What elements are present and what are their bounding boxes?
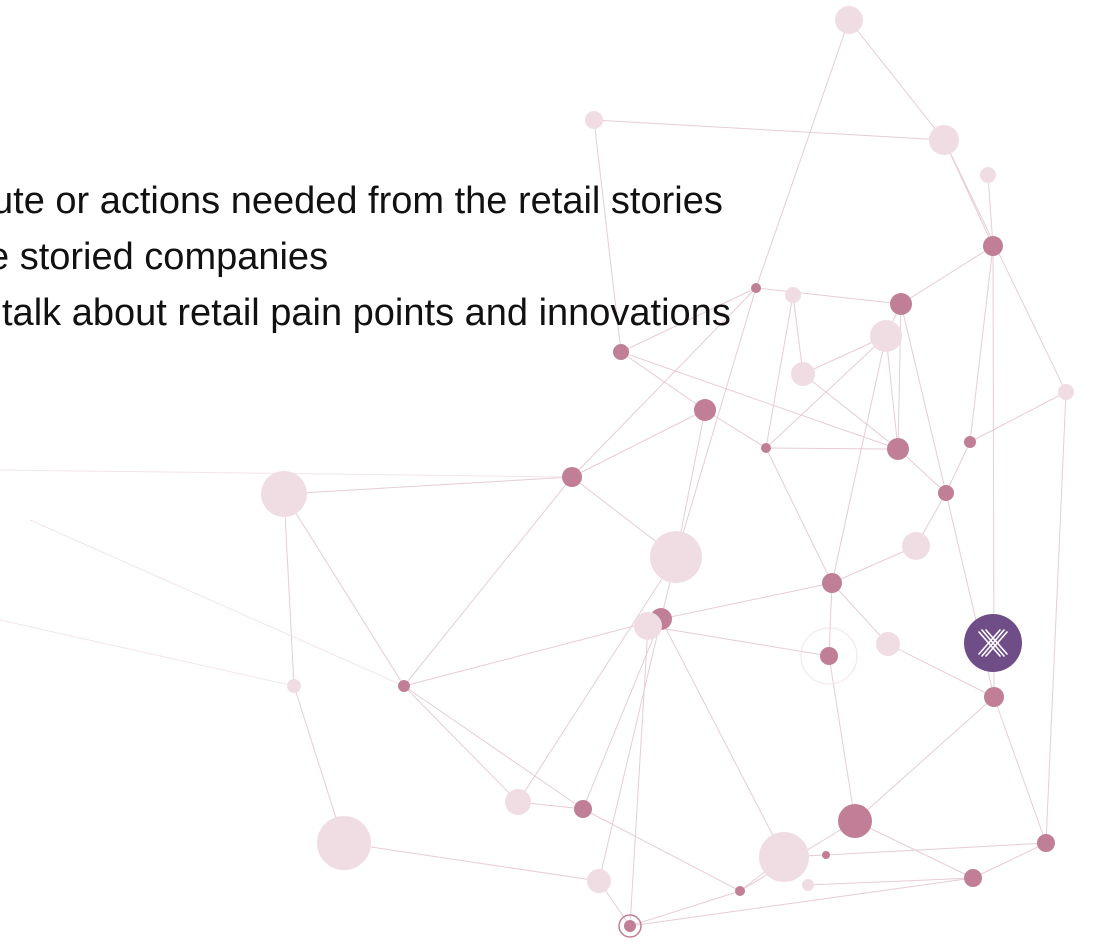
network-node bbox=[287, 679, 301, 693]
network-node bbox=[802, 879, 814, 891]
network-link bbox=[598, 618, 662, 882]
network-background bbox=[0, 6, 1074, 938]
network-node bbox=[791, 362, 815, 386]
network-link bbox=[765, 447, 833, 584]
network-link bbox=[854, 696, 995, 822]
network-node bbox=[835, 6, 863, 34]
network-node bbox=[650, 531, 702, 583]
network-node bbox=[624, 920, 636, 932]
network-node bbox=[587, 869, 611, 893]
network-lines bbox=[0, 19, 1067, 927]
network-link bbox=[765, 294, 794, 449]
network-link bbox=[831, 582, 889, 645]
network-node bbox=[964, 436, 976, 448]
network-link bbox=[629, 877, 974, 927]
network-link bbox=[755, 19, 850, 289]
bullet-item: talk about retail pain points and innova… bbox=[2, 292, 731, 334]
network-node bbox=[984, 687, 1004, 707]
network-node bbox=[980, 167, 996, 183]
network-link bbox=[900, 303, 947, 494]
network-link bbox=[765, 447, 899, 450]
network-link bbox=[945, 441, 971, 494]
network-link bbox=[629, 625, 649, 927]
network-link bbox=[283, 493, 295, 687]
network-link bbox=[969, 391, 1067, 443]
network-node bbox=[785, 287, 801, 303]
network-link bbox=[517, 556, 677, 803]
bullet-item: e storied companies bbox=[0, 236, 329, 278]
network-link bbox=[620, 351, 899, 450]
network-node bbox=[902, 532, 930, 560]
network-node bbox=[964, 869, 982, 887]
network-node bbox=[838, 804, 872, 838]
network-nodes bbox=[261, 6, 1074, 932]
network-link bbox=[403, 685, 519, 803]
network-node bbox=[822, 573, 842, 593]
network-link bbox=[29, 519, 405, 687]
network-link bbox=[403, 618, 662, 687]
network-link bbox=[828, 582, 833, 657]
network-node bbox=[735, 886, 745, 896]
network-node bbox=[887, 438, 909, 460]
network-link bbox=[854, 820, 974, 879]
network-node bbox=[317, 816, 371, 870]
network-link bbox=[885, 335, 899, 450]
network-link bbox=[660, 618, 785, 858]
network-link bbox=[848, 19, 945, 141]
network-node bbox=[1058, 384, 1074, 400]
network-link bbox=[620, 351, 706, 411]
network-node bbox=[983, 236, 1003, 256]
bullet-item: ute or actions needed from the retail st… bbox=[0, 180, 723, 222]
network-node bbox=[870, 320, 902, 352]
network-link bbox=[593, 119, 945, 141]
network-link bbox=[831, 335, 887, 584]
network-link bbox=[993, 696, 1047, 844]
network-node bbox=[876, 632, 900, 656]
network-link bbox=[571, 409, 706, 478]
network-node bbox=[562, 467, 582, 487]
network-node bbox=[820, 647, 838, 665]
x-logo-icon bbox=[964, 614, 1022, 672]
network-node bbox=[694, 399, 716, 421]
network-node bbox=[398, 680, 410, 692]
network-link bbox=[943, 139, 1067, 393]
network-node bbox=[261, 471, 307, 517]
network-node bbox=[574, 800, 592, 818]
network-node bbox=[634, 612, 662, 640]
network-link bbox=[969, 245, 994, 443]
network-node bbox=[890, 293, 912, 315]
network-link bbox=[582, 618, 662, 810]
network-link bbox=[1045, 391, 1067, 844]
network-link bbox=[660, 582, 833, 620]
network-link bbox=[629, 890, 741, 927]
network-link bbox=[403, 476, 573, 687]
network-link bbox=[897, 303, 902, 450]
network-node bbox=[929, 125, 959, 155]
network-link bbox=[403, 685, 584, 810]
network-link bbox=[755, 287, 902, 305]
network-node bbox=[613, 344, 629, 360]
network-node bbox=[505, 789, 531, 815]
network-link bbox=[283, 476, 573, 495]
network-link bbox=[343, 842, 600, 882]
network-node bbox=[938, 485, 954, 501]
network-link bbox=[283, 493, 405, 687]
network-link bbox=[900, 245, 994, 305]
network-link bbox=[825, 842, 1047, 856]
network-node bbox=[822, 851, 830, 859]
network-node bbox=[759, 832, 809, 882]
network-node bbox=[751, 283, 761, 293]
network-node bbox=[761, 443, 771, 453]
network-link bbox=[802, 373, 899, 450]
network-link bbox=[972, 842, 1047, 879]
network-node bbox=[1037, 834, 1055, 852]
network-node bbox=[585, 111, 603, 129]
network-link bbox=[0, 619, 295, 687]
